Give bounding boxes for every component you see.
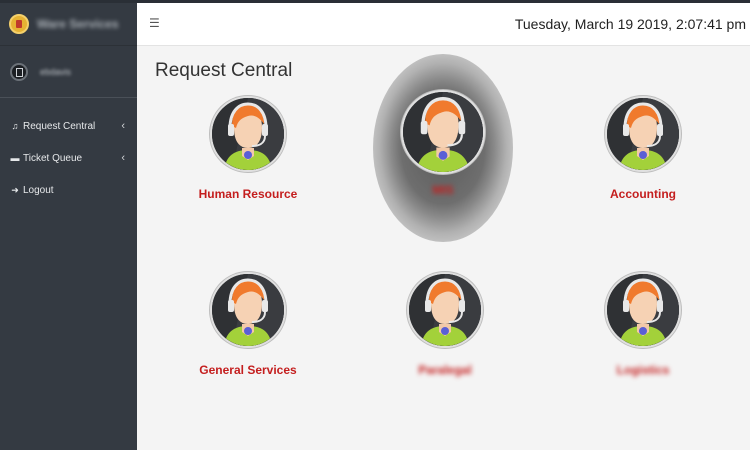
sidebar: Ware Services ebdavis ♫ Request Central … [0,3,137,450]
chevron-left-icon: ‹ [121,120,125,132]
tile-label: General Services [199,363,297,377]
tile-accounting[interactable]: Accounting [578,96,708,201]
sidebar-item-ticket-queue[interactable]: ▬ Ticket Queue ‹ [0,142,137,174]
brand-logo-icon [9,14,29,34]
sidebar-item-label: Request Central [23,120,96,132]
support-agent-icon [210,272,286,348]
sidebar-item-label: Logout [23,184,54,196]
support-agent-graphic [607,98,679,170]
sidebar-item-logout[interactable]: ➜ Logout [0,174,137,206]
sidebar-item-label: Ticket Queue [23,152,83,164]
support-agent-icon [605,272,681,348]
support-agent-graphic [403,92,483,172]
support-agent-graphic [607,274,679,346]
music-icon: ♫ [11,121,19,131]
support-agent-graphic [409,274,481,346]
brand-name: Ware Services [37,17,119,31]
tile-human-resource[interactable]: Human Resource [183,96,313,201]
tile-label: Human Resource [198,187,298,201]
support-agent-icon [401,90,485,174]
chevron-left-icon: ‹ [121,152,125,164]
tile-label: Paralegal [418,363,472,377]
datetime-display: Tuesday, March 19 2019, 2:07:41 pm [514,16,746,32]
logout-icon: ➜ [11,184,19,195]
tile-label: Accounting [610,187,676,201]
tile-logistics[interactable]: Logistics [578,272,708,377]
tile-paralegal[interactable]: Paralegal [380,272,510,377]
support-agent-graphic [212,274,284,346]
user-avatar-icon [10,62,28,81]
top-bar: ☰ Tuesday, March 19 2019, 2:07:41 pm [137,3,750,46]
page-title: Request Central [155,60,293,81]
support-agent-icon [407,272,483,348]
support-agent-graphic [212,98,284,170]
tile-general-services[interactable]: General Services [183,272,313,377]
sidebar-nav: ♫ Request Central ‹ ▬ Ticket Queue ‹ ➜ L… [0,98,137,206]
sidebar-item-request-central[interactable]: ♫ Request Central ‹ [0,110,137,142]
support-agent-icon [605,96,681,172]
hamburger-icon[interactable]: ☰ [149,16,160,30]
ticket-icon: ▬ [10,153,20,163]
support-agent-icon [210,96,286,172]
brand[interactable]: Ware Services [0,3,137,46]
tile-label: MIS [432,183,454,197]
user-name: ebdavis [40,66,72,77]
tile-mis[interactable]: MIS [378,90,508,197]
user-panel: ebdavis [0,46,137,98]
tile-label: Logistics [616,363,670,377]
main-content: Request Central Human Resource MIS Accou… [137,46,750,450]
